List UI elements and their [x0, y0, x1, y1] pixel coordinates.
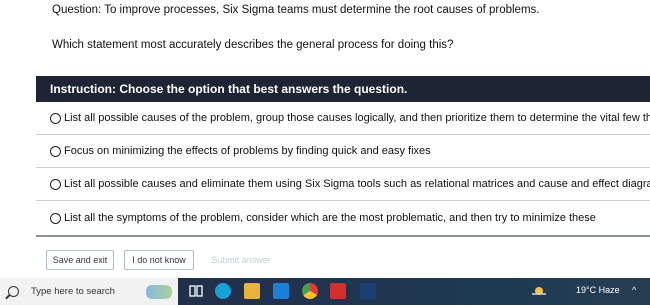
answer-option-label: List all possible causes and eliminate t…: [64, 178, 650, 190]
radio-icon[interactable]: [50, 112, 61, 124]
instruction-bar: Instruction: Choose the option that best…: [36, 76, 650, 102]
weather-icon[interactable]: [530, 283, 548, 299]
file-explorer-icon[interactable]: [244, 283, 260, 299]
radio-icon[interactable]: [50, 178, 61, 190]
save-and-exit-button[interactable]: Save and exit: [46, 250, 114, 270]
chrome-icon[interactable]: [302, 283, 318, 299]
answer-option-label: Focus on minimizing the effects of probl…: [64, 145, 431, 157]
dont-know-button[interactable]: I do not know: [124, 250, 194, 270]
edge-browser-icon[interactable]: [215, 283, 231, 299]
radio-icon[interactable]: [50, 145, 61, 157]
answer-option-label: List all possible causes of the problem,…: [64, 112, 650, 124]
search-icon: [8, 286, 19, 297]
weather-text: 19°C Haze: [576, 285, 620, 295]
question-prompt: Which statement most accurately describe…: [52, 39, 454, 51]
answer-option-1[interactable]: List all possible causes of the problem,…: [36, 102, 650, 135]
acrobat-icon[interactable]: [330, 283, 346, 299]
answer-option-3[interactable]: List all possible causes and eliminate t…: [36, 168, 650, 201]
weather-widget-icon[interactable]: [146, 285, 172, 299]
radio-icon[interactable]: [50, 212, 61, 224]
taskbar: Type here to search 19°C Haze ^: [0, 278, 650, 305]
search-placeholder: Type here to search: [31, 286, 115, 297]
task-view-icon[interactable]: [188, 283, 204, 299]
app-icon[interactable]: [360, 283, 376, 299]
answer-options: List all possible causes of the problem,…: [36, 102, 650, 237]
answer-option-4[interactable]: List all the symptoms of the problem, co…: [36, 201, 650, 237]
submit-answer-button[interactable]: Submit answer: [206, 250, 276, 270]
chevron-up-icon[interactable]: ^: [632, 285, 636, 295]
answer-option-label: List all the symptoms of the problem, co…: [64, 212, 596, 224]
question-text: Question: To improve processes, Six Sigm…: [52, 4, 540, 16]
answer-option-2[interactable]: Focus on minimizing the effects of probl…: [36, 135, 650, 168]
store-icon[interactable]: [273, 283, 289, 299]
